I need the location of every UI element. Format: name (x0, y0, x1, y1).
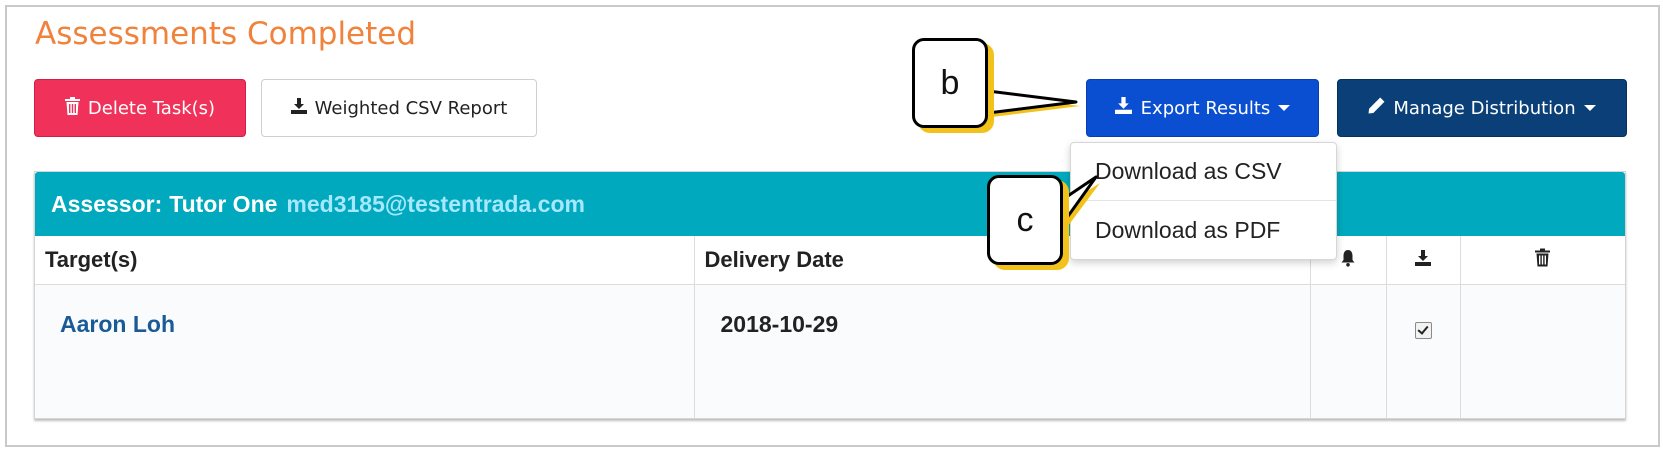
column-header-delete (1460, 236, 1625, 285)
download-cell (1386, 284, 1461, 418)
manage-distribution-label: Manage Distribution (1393, 97, 1576, 119)
export-results-label: Export Results (1140, 97, 1271, 119)
assessor-name: Tutor One (169, 190, 278, 217)
target-link[interactable]: Aaron Loh (60, 311, 175, 338)
weighted-csv-report-label: Weighted CSV Report (314, 97, 508, 119)
assessor-panel: Assessor: Tutor One med3185@testentrada.… (34, 171, 1626, 419)
download-checkbox[interactable] (1414, 321, 1432, 339)
target-cell: Aaron Loh (35, 284, 695, 418)
pencil-icon (1368, 97, 1385, 119)
notify-cell (1310, 284, 1387, 418)
column-header-targets[interactable]: Target(s) (35, 236, 695, 285)
assessor-label: Assessor: (51, 190, 163, 217)
column-header-download (1386, 236, 1461, 285)
download-icon (290, 97, 307, 119)
table-row: Aaron Loh 2018-10-29 (35, 284, 1625, 418)
export-results-menu: Download as CSV Download as PDF (1070, 142, 1337, 260)
download-icon (1414, 247, 1431, 272)
assessor-email-link[interactable]: med3185@testentrada.com (286, 191, 585, 218)
delete-cell (1460, 284, 1625, 418)
caret-down-icon (1278, 105, 1291, 111)
annotation-callout-c: c (987, 175, 1063, 265)
bell-icon (1341, 247, 1355, 272)
menu-item-download-csv[interactable]: Download as CSV (1071, 143, 1336, 201)
trash-icon (64, 96, 80, 120)
trash-icon (1534, 247, 1550, 272)
delete-tasks-button[interactable]: Delete Task(s) (34, 79, 246, 137)
menu-item-download-pdf[interactable]: Download as PDF (1071, 201, 1336, 259)
table-header-row: Target(s) Delivery Date (35, 236, 1625, 285)
annotation-callout-b: b (912, 38, 988, 128)
assessment-table: Target(s) Delivery Date Aaron Loh 2018-1… (35, 236, 1625, 418)
caret-down-icon (1583, 105, 1596, 111)
assessor-header: Assessor: Tutor One med3185@testentrada.… (35, 172, 1625, 236)
delivery-date-value: 2018-10-29 (720, 310, 839, 337)
delivery-date-cell: 2018-10-29 (694, 284, 1311, 418)
page-title: Assessments Completed (35, 16, 417, 52)
manage-distribution-button[interactable]: Manage Distribution (1337, 79, 1627, 137)
export-results-button[interactable]: Export Results (1086, 79, 1319, 137)
download-icon (1114, 97, 1132, 119)
weighted-csv-report-button[interactable]: Weighted CSV Report (261, 79, 537, 137)
delete-tasks-label: Delete Task(s) (87, 97, 216, 119)
